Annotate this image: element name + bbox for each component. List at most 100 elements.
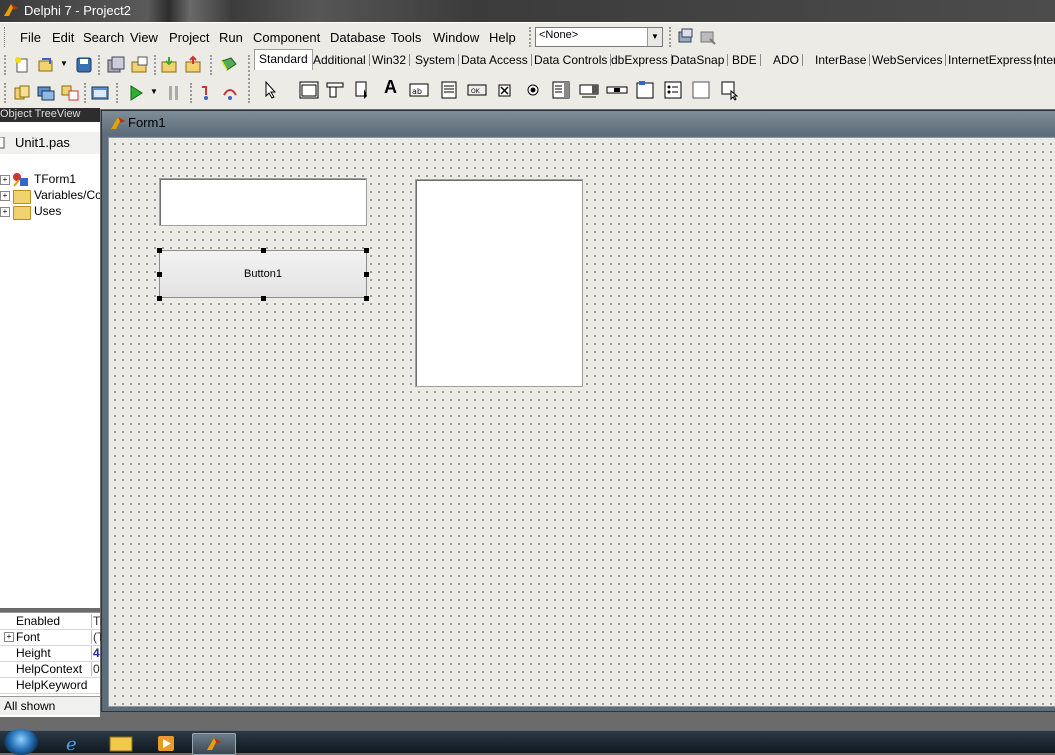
memo1-component[interactable] <box>415 179 583 387</box>
property-row-helpkeyword[interactable]: HelpKeyword <box>0 677 100 694</box>
combo-grip[interactable] <box>529 27 534 47</box>
edit-component-icon[interactable]: ab <box>408 79 430 101</box>
open-dropdown-icon[interactable]: ▼ <box>60 59 68 68</box>
toolbar-grip-5[interactable] <box>4 83 9 103</box>
menu-file[interactable]: File <box>18 27 43 49</box>
toolbar-grip-7[interactable] <box>116 83 121 103</box>
tab-internet[interactable]: Inter <box>1033 51 1055 69</box>
popupmenu-icon[interactable] <box>352 79 374 101</box>
combobox-component-icon[interactable] <box>578 79 600 101</box>
debug-desktop-icon[interactable] <box>698 27 718 47</box>
remove-from-project-icon[interactable] <box>184 55 204 75</box>
view-form-icon[interactable] <box>36 83 56 103</box>
pause-icon[interactable] <box>164 83 184 103</box>
form-client-area[interactable]: Button1 <box>108 137 1055 707</box>
menu-edit[interactable]: Edit <box>50 27 76 49</box>
toolbar-grip-6[interactable] <box>84 83 89 103</box>
frame-icon[interactable] <box>298 79 320 101</box>
explorer-folder-icon[interactable] <box>100 733 142 753</box>
memo-component-icon[interactable] <box>438 79 460 101</box>
palette-grip[interactable] <box>248 55 253 103</box>
help-contents-icon[interactable] <box>219 55 239 75</box>
tab-internetexpress[interactable]: InternetExpress <box>948 51 1037 69</box>
radiobutton-component-icon[interactable] <box>522 79 544 101</box>
tab-dbexpress[interactable]: dbExpress <box>611 51 672 69</box>
toolbar-grip-1[interactable] <box>4 55 9 75</box>
radiogroup-component-icon[interactable] <box>662 79 684 101</box>
expand-icon[interactable]: + <box>0 175 10 185</box>
tab-webservices[interactable]: WebServices <box>872 51 947 69</box>
run-icon[interactable] <box>126 83 146 103</box>
selection-handle-e[interactable] <box>364 272 369 277</box>
menu-run[interactable]: Run <box>217 27 245 49</box>
tab-interbase[interactable]: InterBase <box>815 51 871 69</box>
property-row-font[interactable]: + Font (T <box>0 629 102 646</box>
menu-database[interactable]: Database <box>328 27 388 49</box>
menu-help[interactable]: Help <box>487 27 518 49</box>
property-row-enabled[interactable]: Enabled Tr <box>0 613 102 630</box>
selection-handle-n[interactable] <box>261 248 266 253</box>
internet-explorer-icon[interactable]: e <box>60 733 102 753</box>
selection-handle-se[interactable] <box>364 296 369 301</box>
new-form-icon[interactable] <box>90 83 110 103</box>
toolbar-grip-8[interactable] <box>190 83 195 103</box>
button-component-icon[interactable]: OK <box>466 79 488 101</box>
object-treeview-title[interactable]: Object TreeView <box>0 108 100 122</box>
toggle-form-unit-icon[interactable] <box>60 83 80 103</box>
menu-project[interactable]: Project <box>167 27 211 49</box>
tree-node-tform1[interactable]: + TForm1 <box>0 172 100 188</box>
tree-node-uses[interactable]: + Uses <box>0 204 100 220</box>
save-all-icon[interactable] <box>106 55 126 75</box>
unit-tab[interactable]: Unit1.pas <box>0 132 100 154</box>
open-icon[interactable] <box>36 55 56 75</box>
trace-into-icon[interactable] <box>196 83 216 103</box>
start-button[interactable] <box>4 729 38 755</box>
property-row-helpcontext[interactable]: HelpContext 0 <box>0 661 100 678</box>
new-item-icon[interactable] <box>12 55 32 75</box>
selection-handle-w[interactable] <box>157 272 162 277</box>
panel-component-icon[interactable] <box>690 79 712 101</box>
tab-bde[interactable]: BDE <box>732 51 761 69</box>
toolbar-grip-4[interactable] <box>210 55 215 75</box>
label-component-icon[interactable]: A <box>384 77 397 98</box>
selection-handle-s[interactable] <box>261 296 266 301</box>
mainmenu-icon[interactable] <box>324 79 346 101</box>
save-desktop-icon[interactable] <box>676 27 696 47</box>
tree-node-variables[interactable]: + Variables/Con <box>0 188 100 204</box>
toolbar-grip-2[interactable] <box>98 55 103 75</box>
step-over-icon[interactable] <box>220 83 240 103</box>
desktop-layout-combo[interactable]: <None> ▼ <box>535 27 663 47</box>
expand-icon[interactable]: + <box>0 191 10 201</box>
title-bar[interactable]: Delphi 7 - Project2 <box>0 0 1055 22</box>
desktop-tools-grip[interactable] <box>669 27 674 47</box>
selection-handle-ne[interactable] <box>364 248 369 253</box>
selection-handle-sw[interactable] <box>157 296 162 301</box>
expand-icon[interactable]: + <box>0 207 10 217</box>
scrollbar-component-icon[interactable] <box>606 79 628 101</box>
selection-handle-nw[interactable] <box>157 248 162 253</box>
tab-data-controls[interactable]: Data Controls <box>534 51 612 69</box>
tab-system[interactable]: System <box>415 51 460 69</box>
menu-component[interactable]: Component <box>251 27 322 49</box>
pointer-icon[interactable] <box>260 79 282 101</box>
property-row-height[interactable]: Height 4! <box>0 645 102 662</box>
tab-additional[interactable]: Additional <box>313 51 370 69</box>
tab-data-access[interactable]: Data Access <box>461 51 532 69</box>
groupbox-component-icon[interactable] <box>634 79 656 101</box>
toolbar-grip-3[interactable] <box>154 55 159 75</box>
menu-view[interactable]: View <box>128 27 160 49</box>
open-project-icon[interactable] <box>130 55 150 75</box>
tab-win32[interactable]: Win32 <box>372 51 411 69</box>
chevron-down-icon[interactable]: ▼ <box>647 28 662 46</box>
menu-tools[interactable]: Tools <box>389 27 423 49</box>
button1-component[interactable]: Button1 <box>159 250 367 298</box>
checkbox-component-icon[interactable] <box>494 79 516 101</box>
tab-standard[interactable]: Standard <box>254 49 313 70</box>
media-player-icon[interactable] <box>146 733 188 753</box>
actionlist-component-icon[interactable] <box>718 79 740 101</box>
run-dropdown-icon[interactable]: ▼ <box>150 87 158 96</box>
tab-datasnap[interactable]: DataSnap <box>671 51 729 69</box>
expand-icon[interactable]: + <box>4 632 14 642</box>
form-designer-window[interactable]: Form1 Button1 <box>101 110 1055 712</box>
edit1-component[interactable] <box>159 178 367 226</box>
